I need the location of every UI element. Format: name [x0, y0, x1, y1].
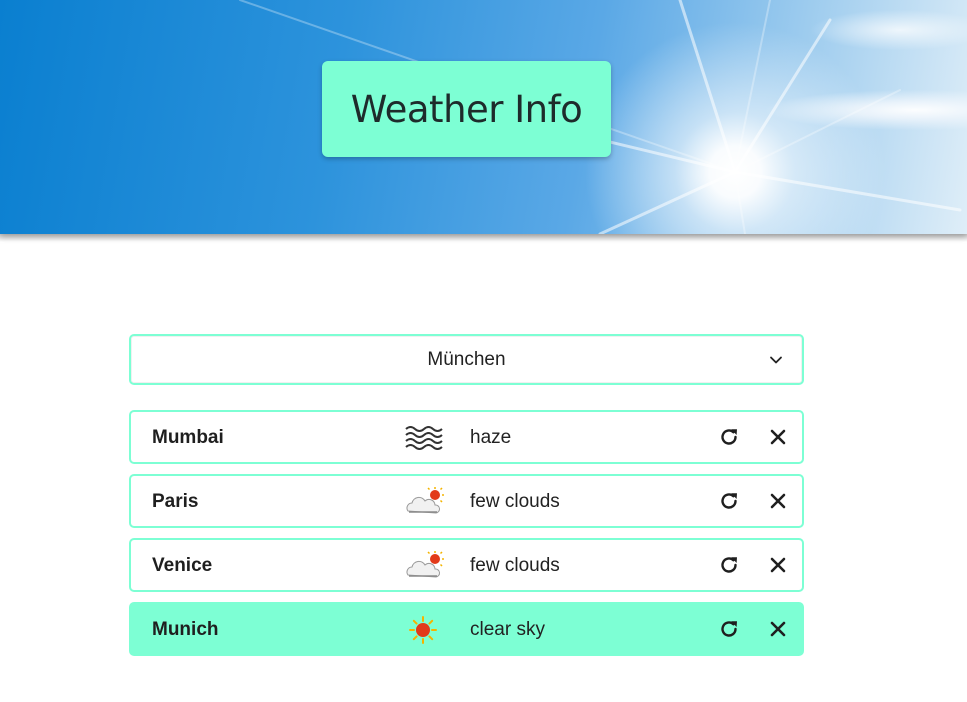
- weather-description: clear sky: [470, 619, 545, 640]
- haze-icon: [405, 426, 443, 450]
- weather-description: haze: [470, 427, 512, 448]
- weather-description: few clouds: [470, 491, 560, 512]
- clear-sky-icon: [409, 616, 437, 644]
- page-title: Weather Info: [350, 87, 583, 131]
- city-name: Munich: [152, 619, 219, 640]
- banner-shadow: [0, 234, 967, 242]
- weather-item[interactable]: Venice few clouds: [129, 538, 804, 592]
- refresh-icon[interactable]: [718, 618, 740, 640]
- weather-item[interactable]: Mumbai haze: [129, 410, 804, 464]
- close-icon[interactable]: [769, 556, 787, 574]
- few-clouds-icon: [406, 551, 444, 578]
- city-select[interactable]: München: [129, 334, 804, 385]
- weather-description: few clouds: [470, 555, 560, 576]
- city-name: Paris: [152, 491, 199, 512]
- close-icon[interactable]: [769, 492, 787, 510]
- refresh-icon[interactable]: [718, 426, 740, 448]
- title-card: Weather Info: [322, 61, 611, 157]
- weather-item-active[interactable]: Munich clear sky: [129, 602, 804, 656]
- close-icon[interactable]: [769, 620, 787, 638]
- weather-list: Mumbai haze Paris few clouds Venice few …: [129, 410, 804, 666]
- city-name: Mumbai: [152, 427, 224, 448]
- chevron-down-icon: [770, 356, 782, 364]
- few-clouds-icon: [406, 487, 444, 514]
- refresh-icon[interactable]: [718, 490, 740, 512]
- refresh-icon[interactable]: [718, 554, 740, 576]
- weather-item[interactable]: Paris few clouds: [129, 474, 804, 528]
- city-select-value: München: [427, 348, 506, 370]
- close-icon[interactable]: [769, 428, 787, 446]
- city-name: Venice: [152, 555, 213, 576]
